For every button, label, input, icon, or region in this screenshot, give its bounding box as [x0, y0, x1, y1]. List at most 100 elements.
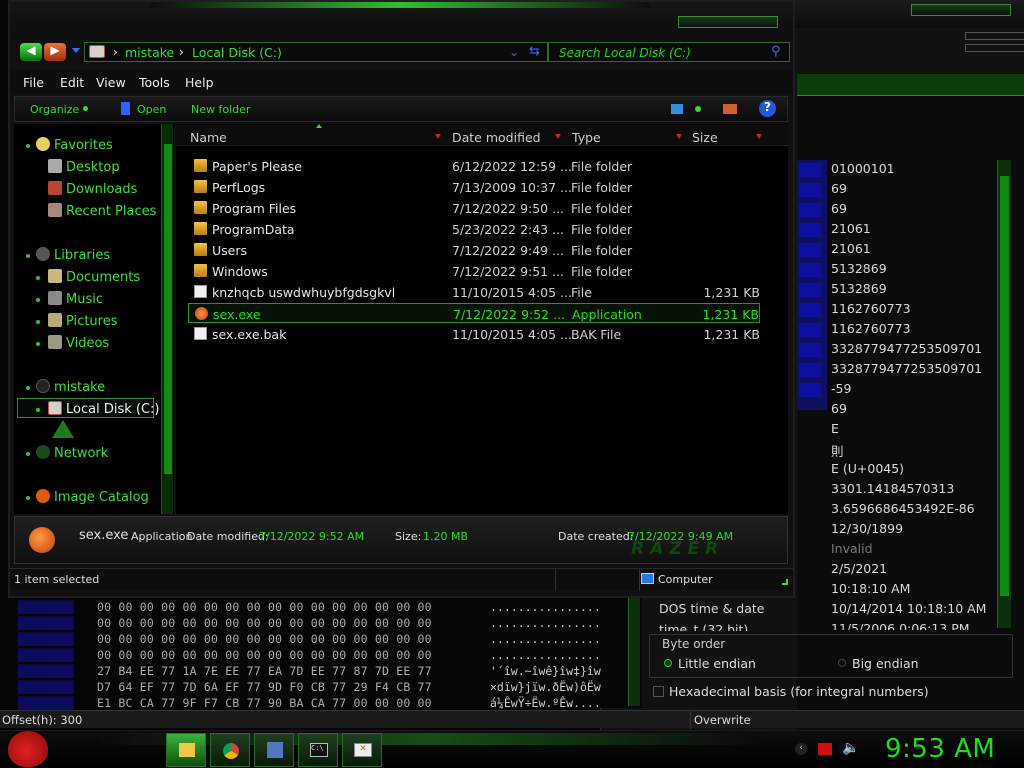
back-arrow-icon[interactable]: ◀ — [20, 43, 42, 61]
hex-dump[interactable]: ████████ 00 00 00 00 00 00 00 00 00 00 00… — [0, 598, 642, 710]
breadcrumb-arrow-icon[interactable]: › — [113, 45, 118, 59]
menu-tools[interactable]: Tools — [139, 75, 170, 90]
refresh-icon[interactable]: ⇆ — [529, 44, 540, 59]
taskbar-cmd-button[interactable]: C:\ — [298, 733, 338, 767]
breadcrumb-arrow-icon[interactable]: › — [179, 45, 184, 59]
view-options-icon[interactable] — [671, 104, 683, 114]
taskbar-chrome-button[interactable] — [210, 733, 250, 767]
file-list[interactable]: Name Date modified Type Size Paper's Ple… — [176, 124, 788, 514]
hex-scrollbar[interactable] — [628, 598, 640, 706]
explorer-titlebar — [10, 2, 793, 40]
nav-network[interactable]: Network — [36, 445, 108, 461]
hex-basis-checkbox[interactable] — [653, 686, 664, 697]
nav-scrollbar-thumb[interactable] — [164, 144, 172, 474]
taskbar-hex-editor-button[interactable]: ✕ — [342, 733, 382, 767]
music-icon — [48, 291, 62, 305]
expand-icon[interactable] — [36, 298, 40, 302]
expand-icon[interactable] — [36, 342, 40, 346]
file-row[interactable]: sex.exe 7/12/2022 9:52 ... Application 1,23… — [188, 303, 760, 323]
nav-image-catalog[interactable]: Image Catalog — [36, 489, 149, 505]
address-bar[interactable]: › mistake › Local Disk (C:) ⌄ ⇆ — [84, 42, 548, 62]
breadcrumb-local-disk[interactable]: Local Disk (C:) — [192, 45, 282, 60]
file-row[interactable]: Users 7/12/2022 9:49 ... File folder — [188, 240, 760, 260]
new-folder-button[interactable]: New folder — [191, 103, 250, 116]
column-size-dropdown-icon[interactable] — [756, 134, 762, 139]
column-date[interactable]: Date modified — [452, 130, 541, 145]
nav-music-label: Music — [66, 292, 103, 307]
file-row[interactable]: ProgramData 5/23/2022 2:43 ... File folder — [188, 219, 760, 239]
column-name-dropdown-icon[interactable] — [435, 134, 441, 139]
tray-flag-icon[interactable] — [818, 743, 832, 755]
window-controls[interactable] — [678, 16, 778, 28]
expand-icon[interactable] — [36, 320, 40, 324]
file-row[interactable]: knzhqcb uswdwhuybfgdsgkvl 11/10/2015 4:05… — [188, 282, 760, 302]
expand-icon[interactable] — [26, 386, 30, 390]
menu-view[interactable]: View — [96, 75, 126, 90]
nav-music[interactable]: Music — [48, 291, 103, 307]
view-dropdown-icon[interactable] — [695, 106, 701, 112]
expand-icon[interactable] — [26, 254, 30, 258]
nav-desktop[interactable]: Desktop — [48, 159, 120, 175]
file-row[interactable]: Paper's Please 6/12/2022 12:59 ... File fo… — [188, 156, 760, 176]
nav-favorites[interactable]: Favorites — [36, 137, 113, 153]
inspector-row-marker — [799, 323, 821, 337]
inspector-value: E (U+0045) — [831, 461, 905, 476]
hex-offset: ████████ — [18, 664, 74, 678]
file-row[interactable]: Program Files 7/12/2022 9:50 ... File fold… — [188, 198, 760, 218]
nav-downloads[interactable]: Downloads — [48, 181, 137, 197]
column-type-dropdown-icon[interactable] — [676, 134, 682, 139]
nav-local-disk[interactable]: Local Disk (C:) — [48, 401, 159, 417]
nav-pictures[interactable]: Pictures — [48, 313, 117, 329]
taskbar-explorer-button[interactable] — [166, 733, 206, 767]
forward-arrow-icon[interactable]: ▶ — [44, 43, 66, 61]
taskbar-app-button[interactable] — [254, 733, 294, 767]
column-size[interactable]: Size — [692, 130, 718, 145]
nav-recent-places[interactable]: Recent Places — [48, 203, 156, 219]
help-icon[interactable]: ? — [759, 100, 776, 117]
window-controls[interactable] — [911, 4, 1011, 16]
search-icon[interactable]: ⚲ — [771, 44, 781, 59]
column-name[interactable]: Name — [190, 130, 227, 145]
start-button-angry-bird-icon[interactable] — [8, 731, 48, 767]
expand-icon[interactable] — [36, 408, 40, 412]
file-row[interactable]: PerfLogs 7/13/2009 10:37 ... File folder — [188, 177, 760, 197]
menu-help[interactable]: Help — [185, 75, 214, 90]
column-type[interactable]: Type — [572, 130, 601, 145]
search-input[interactable]: Search Local Disk (C:) — [548, 42, 790, 62]
resize-grip-icon[interactable] — [782, 579, 788, 585]
scrollbar-thumb[interactable] — [1000, 176, 1009, 596]
nav-scrollbar[interactable] — [161, 124, 173, 514]
file-row[interactable]: sex.exe.bak 11/10/2015 4:05 ... BAK File 1,… — [188, 324, 760, 344]
nav-computer[interactable]: mistake — [36, 379, 105, 395]
expand-icon[interactable] — [26, 496, 30, 500]
inspector-value: 1162760773 — [831, 301, 911, 316]
tray-expand-icon[interactable]: ‹ — [795, 743, 807, 755]
breadcrumb-computer[interactable]: mistake — [125, 45, 174, 60]
organize-button[interactable]: Organize — [30, 103, 79, 116]
expand-icon[interactable] — [26, 144, 30, 148]
nav-videos[interactable]: Videos — [48, 335, 109, 351]
file-name: sex.exe — [213, 307, 261, 322]
volume-icon[interactable]: 🔈 — [842, 740, 859, 756]
divider — [555, 569, 556, 591]
menu-file[interactable]: File — [23, 75, 44, 90]
open-button[interactable]: Open — [137, 103, 166, 116]
nav-libraries[interactable]: Libraries — [36, 247, 110, 263]
inspector-scrollbar[interactable] — [997, 160, 1011, 628]
big-endian-radio[interactable] — [838, 659, 846, 667]
address-dropdown-icon[interactable]: ⌄ — [509, 45, 519, 59]
preview-pane-icon[interactable] — [723, 104, 737, 114]
expand-icon[interactable] — [26, 452, 30, 456]
little-endian-radio[interactable] — [664, 659, 672, 667]
menu-edit[interactable]: Edit — [60, 75, 84, 90]
column-headers: Name Date modified Type Size — [176, 124, 788, 146]
nav-documents[interactable]: Documents — [48, 269, 140, 285]
recent-pages-chevron-icon[interactable] — [72, 48, 80, 53]
expand-icon[interactable] — [36, 276, 40, 280]
hex-ascii: ................ — [490, 616, 601, 630]
hex-bytes: 00 00 00 00 00 00 00 00 00 00 00 00 00 0… — [97, 648, 432, 662]
file-row[interactable]: Windows 7/12/2022 9:51 ... File folder — [188, 261, 760, 281]
organize-dropdown-icon[interactable] — [83, 106, 88, 111]
column-date-dropdown-icon[interactable] — [555, 134, 561, 139]
taskbar-clock[interactable]: 9:53 AM — [885, 734, 995, 764]
